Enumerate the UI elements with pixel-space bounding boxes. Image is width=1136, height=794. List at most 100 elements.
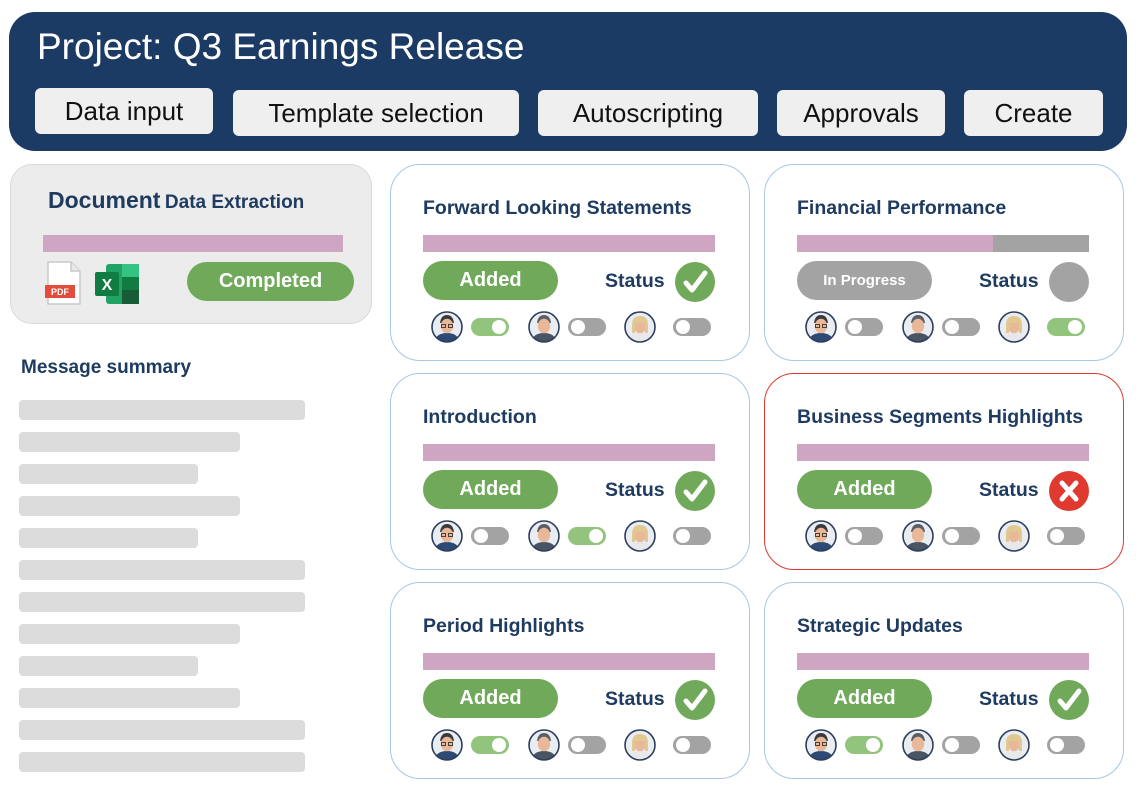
- section-title: Introduction: [423, 406, 537, 428]
- excel-file-icon[interactable]: X: [94, 263, 140, 305]
- document-card-title: Document Data Extraction: [48, 187, 304, 214]
- section-title: Financial Performance: [797, 197, 1007, 219]
- status-label: Status: [979, 479, 1039, 501]
- message-summary-title: Message summary: [21, 357, 192, 378]
- check-circle-icon: [1049, 680, 1089, 720]
- reviewer-2-avatar: [902, 520, 934, 552]
- approval-toggle[interactable]: [673, 736, 711, 754]
- pdf-file-icon[interactable]: PDF: [45, 261, 83, 305]
- reviewer-3-avatar: [624, 729, 656, 761]
- toggle-knob: [589, 529, 603, 543]
- toggle-knob: [676, 320, 690, 334]
- section-progress-bar: [797, 444, 1089, 461]
- toggle-knob: [848, 320, 862, 334]
- approval-toggle[interactable]: [673, 527, 711, 545]
- section-card[interactable]: Strategic Updates Added Status: [764, 582, 1124, 779]
- x-circle-icon: [1049, 471, 1089, 511]
- reviewer-1-avatar: [805, 520, 837, 552]
- approval-toggle[interactable]: [471, 318, 509, 336]
- check-circle-icon: [675, 680, 715, 720]
- toggle-knob: [848, 529, 862, 543]
- message-summary-line: [19, 720, 305, 740]
- section-card[interactable]: Forward Looking Statements Added Status: [390, 164, 750, 361]
- check-circle-icon: [675, 471, 715, 511]
- tab-autoscripting[interactable]: Autoscripting: [538, 90, 758, 136]
- tab-create[interactable]: Create: [964, 90, 1103, 136]
- reviewer-3-avatar: [624, 520, 656, 552]
- reviewer-2-avatar: [902, 311, 934, 343]
- added-badge: Added: [797, 470, 932, 509]
- project-header: Project: Q3 Earnings Release Data input …: [9, 12, 1127, 151]
- toggle-knob: [676, 529, 690, 543]
- section-card[interactable]: Financial Performance In Progress Status: [764, 164, 1124, 361]
- section-card[interactable]: Period Highlights Added Status: [390, 582, 750, 779]
- document-progress-bar: [43, 235, 343, 252]
- message-summary-line: [19, 496, 240, 516]
- message-summary-line: [19, 464, 198, 484]
- section-title: Business Segments Highlights: [797, 406, 1084, 428]
- approval-toggle[interactable]: [1047, 736, 1085, 754]
- added-badge: Added: [797, 679, 932, 718]
- completed-status-badge: Completed: [187, 262, 354, 301]
- approval-toggle[interactable]: [845, 318, 883, 336]
- approval-toggle[interactable]: [942, 318, 980, 336]
- message-summary-line: [19, 528, 198, 548]
- progress-remaining: [992, 235, 1089, 252]
- toggle-knob: [945, 320, 959, 334]
- approval-toggle[interactable]: [568, 736, 606, 754]
- added-badge: Added: [423, 679, 558, 718]
- section-progress-bar: [423, 444, 715, 461]
- pdf-icon-label: PDF: [51, 287, 70, 297]
- approval-toggle[interactable]: [1047, 318, 1085, 336]
- section-progress-bar: [423, 653, 715, 670]
- reviewer-1-avatar: [805, 311, 837, 343]
- reviewer-1-avatar: [805, 729, 837, 761]
- approval-toggle[interactable]: [673, 318, 711, 336]
- reviewer-1-avatar: [431, 311, 463, 343]
- document-title-sub: Data Extraction: [164, 192, 305, 213]
- reviewer-1-avatar: [431, 520, 463, 552]
- reviewer-3-avatar: [998, 520, 1030, 552]
- section-title: Strategic Updates: [797, 615, 963, 637]
- status-label: Status: [605, 270, 665, 292]
- message-summary-line: [19, 592, 305, 612]
- toggle-knob: [1068, 320, 1082, 334]
- in-progress-badge: In Progress: [797, 261, 932, 300]
- approval-toggle[interactable]: [471, 736, 509, 754]
- section-progress-bar: [423, 235, 715, 252]
- approval-toggle[interactable]: [1047, 527, 1085, 545]
- toggle-knob: [945, 738, 959, 752]
- toggle-knob: [571, 320, 585, 334]
- section-title: Period Highlights: [423, 615, 585, 637]
- tab-data-input[interactable]: Data input: [35, 88, 213, 134]
- message-summary-line: [19, 560, 305, 580]
- status-label: Status: [605, 479, 665, 501]
- approval-toggle[interactable]: [568, 318, 606, 336]
- message-summary-line: [19, 400, 305, 420]
- toggle-knob: [474, 529, 488, 543]
- approval-toggle[interactable]: [942, 527, 980, 545]
- section-card[interactable]: Business Segments Highlights Added Status: [764, 373, 1124, 570]
- approval-toggle[interactable]: [845, 527, 883, 545]
- tab-template-selection[interactable]: Template selection: [233, 90, 519, 136]
- check-circle-icon: [675, 262, 715, 302]
- message-summary-line: [19, 432, 240, 452]
- document-extraction-card: Document Data Extraction PDF X Completed: [10, 164, 372, 324]
- approval-toggle[interactable]: [942, 736, 980, 754]
- toggle-knob: [1050, 529, 1064, 543]
- document-title-main: Document: [48, 187, 161, 213]
- section-card[interactable]: Introduction Added Status: [390, 373, 750, 570]
- message-summary-line: [19, 624, 240, 644]
- toggle-knob: [492, 738, 506, 752]
- approval-toggle[interactable]: [568, 527, 606, 545]
- approval-toggle[interactable]: [471, 527, 509, 545]
- message-summary-line: [19, 752, 305, 772]
- toggle-knob: [866, 738, 880, 752]
- message-summary-line: [19, 688, 240, 708]
- reviewer-3-avatar: [624, 311, 656, 343]
- tab-approvals[interactable]: Approvals: [777, 90, 945, 136]
- project-title: Project: Q3 Earnings Release: [37, 26, 525, 67]
- approval-toggle[interactable]: [845, 736, 883, 754]
- reviewer-3-avatar: [998, 311, 1030, 343]
- message-summary-line: [19, 656, 198, 676]
